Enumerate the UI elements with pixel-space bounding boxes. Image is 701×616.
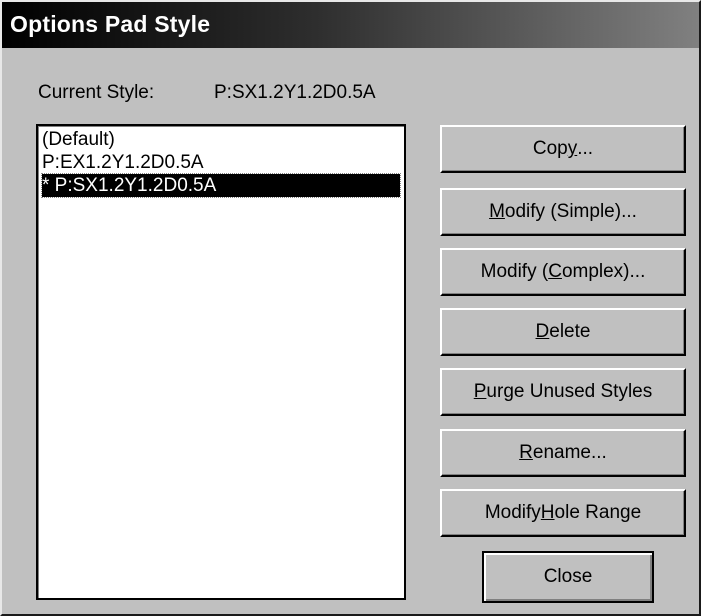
modify-hole-range-button[interactable]: Modify Hole Range — [440, 489, 686, 537]
close-button[interactable]: Close — [482, 551, 654, 603]
current-style-label: Current Style: — [38, 82, 155, 103]
copy-button[interactable]: Cop y... — [440, 125, 686, 173]
modify-simple-button[interactable]: Modify (Simple)... — [440, 188, 686, 236]
rename-label-mnemonic: R — [519, 442, 533, 463]
purge-unused-styles-button[interactable]: Purge Unused Styles — [440, 368, 686, 416]
pad-styles-listbox[interactable]: (Default) P:EX1.2Y1.2D0.5A * P:SX1.2Y1.2… — [36, 124, 406, 600]
window-title: Options Pad Style — [10, 11, 211, 37]
delete-label-post: elete — [549, 321, 591, 342]
copy-label-mnemonic: y — [567, 138, 578, 159]
modify-complex-label-post: omplex)... — [561, 261, 646, 282]
rename-button[interactable]: Rename... — [440, 429, 686, 477]
hole-range-label-pre: Modify — [484, 502, 541, 523]
modify-complex-button[interactable]: Modify (Complex)... — [440, 248, 686, 296]
purge-label-mnemonic: P — [473, 381, 487, 402]
purge-label-post: urge Unused Styles — [486, 381, 653, 402]
modify-complex-label-pre: Modify ( — [480, 261, 549, 282]
hole-range-label-mnemonic: H — [540, 502, 555, 523]
delete-label-mnemonic: D — [535, 321, 550, 342]
list-item-default[interactable]: (Default) — [42, 128, 115, 151]
modify-simple-label-post: odify (Simple)... — [504, 201, 637, 222]
modify-complex-label-mnemonic: C — [548, 261, 562, 282]
modify-simple-label-mnemonic: M — [489, 201, 505, 222]
options-pad-style-dialog: Options Pad Style Current Style: P:SX1.2… — [0, 0, 701, 616]
copy-label-post: ... — [577, 138, 594, 159]
list-item-pex[interactable]: P:EX1.2Y1.2D0.5A — [42, 151, 204, 174]
copy-label-pre: Cop — [532, 138, 568, 159]
rename-label-post: ename... — [532, 442, 607, 463]
delete-button[interactable]: Delete — [440, 308, 686, 356]
list-item-psx-selected[interactable]: * P:SX1.2Y1.2D0.5A — [41, 173, 401, 198]
title-bar[interactable]: Options Pad Style — [2, 2, 699, 48]
hole-range-label-post: ole Range — [554, 502, 642, 523]
current-style-value: P:SX1.2Y1.2D0.5A — [214, 82, 376, 103]
